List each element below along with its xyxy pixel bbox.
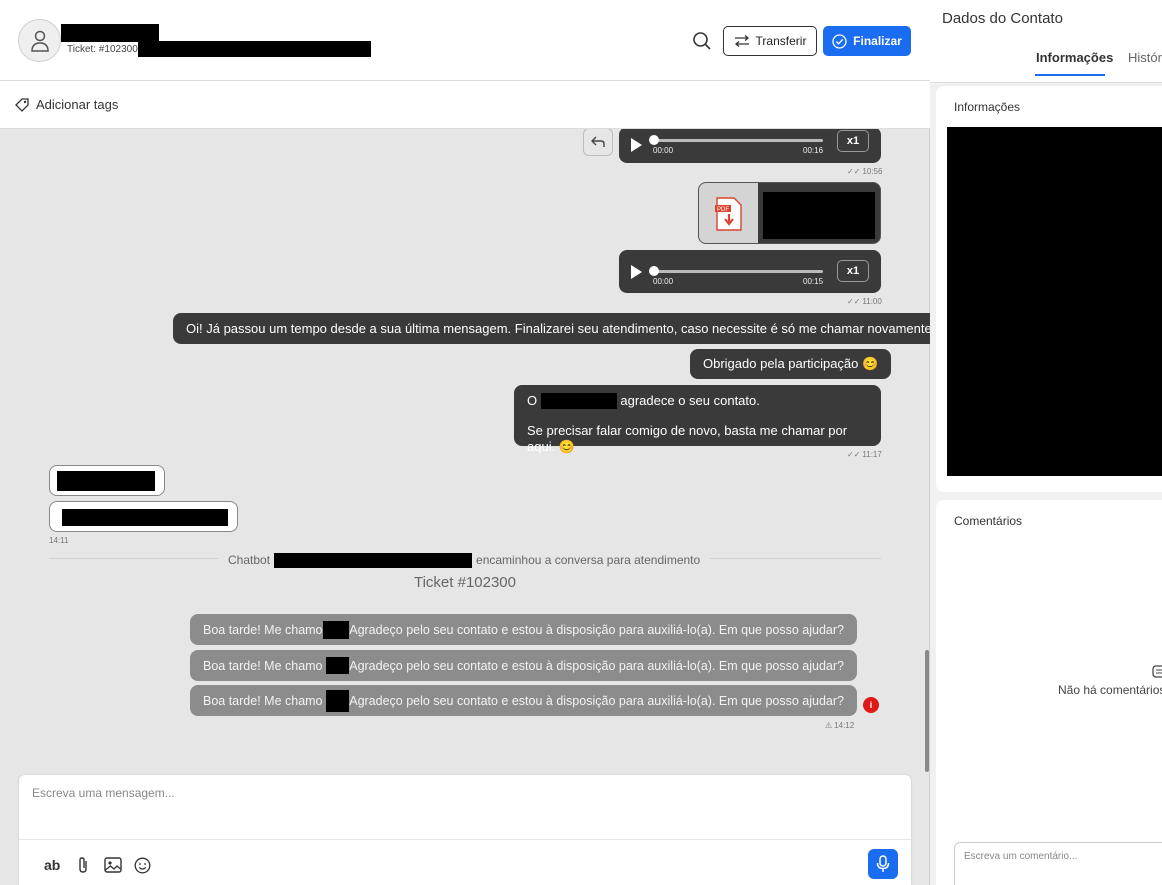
tags-bar[interactable]: Adicionar tags xyxy=(0,81,930,129)
chatbot-transfer-note: Chatbot encaminhou a conversa para atend… xyxy=(218,552,711,568)
message-closing: O agradece o seu contato. Se precisar fa… xyxy=(514,385,881,454)
divider xyxy=(19,839,911,840)
attach-button[interactable] xyxy=(76,855,90,875)
search-button[interactable] xyxy=(691,30,713,52)
message-thanks: Obrigado pela participação 😊 xyxy=(690,349,892,379)
greeting-message: Boa tarde! Me chamo Agradeço pelo seu co… xyxy=(190,685,857,716)
tab-historico[interactable]: Histórico xyxy=(1128,50,1162,65)
double-check-icon: ✓✓ xyxy=(847,450,861,459)
audio-knob[interactable] xyxy=(649,135,659,145)
incoming-message xyxy=(49,465,165,496)
comment-input[interactable]: Escreva um comentário... xyxy=(954,842,1162,885)
finalize-label: Finalizar xyxy=(853,34,902,48)
closing-line-2: Se precisar falar comigo de novo, basta … xyxy=(527,423,848,454)
contact-panel: Dados do Contato Informações Histórico I… xyxy=(930,0,1162,885)
check-circle-icon xyxy=(832,33,847,49)
contact-detail-redacted xyxy=(138,41,371,57)
greeting-message: Boa tarde! Me chamo Agradeço pelo seu co… xyxy=(190,650,857,681)
no-comments-text: Não há comentários xyxy=(1058,683,1162,697)
audio-end-time: 00:15 xyxy=(803,277,824,286)
ticket-separator: Ticket #102300 xyxy=(413,574,516,591)
play-icon[interactable] xyxy=(631,138,642,152)
contact-panel-header: Dados do Contato Informações Histórico xyxy=(930,0,1162,83)
ticket-label: Ticket: #102300 xyxy=(67,44,138,55)
audio-progress[interactable] xyxy=(653,270,823,273)
play-icon[interactable] xyxy=(631,265,642,279)
speed-button[interactable]: x1 xyxy=(837,130,869,152)
message-time: ✓✓ 11:00 xyxy=(847,297,882,306)
double-check-icon: ✓✓ xyxy=(847,297,861,306)
audio-message: 00:00 00:16 x1 xyxy=(619,129,881,163)
reply-button[interactable] xyxy=(583,129,613,156)
emoji-button[interactable] xyxy=(134,855,151,875)
audio-end-time: 00:16 xyxy=(803,146,824,155)
company-name-redacted xyxy=(540,393,617,409)
closing-prefix: O xyxy=(527,393,538,408)
info-title: Informações xyxy=(954,100,1021,114)
svg-text:PDF: PDF xyxy=(717,207,729,213)
finalize-button[interactable]: Finalizar xyxy=(823,26,911,56)
message-inactivity: Oi! Já passou um tempo desde a sua últim… xyxy=(173,313,930,344)
audio-progress[interactable] xyxy=(653,139,823,142)
message-time: ✓✓ 10:56 xyxy=(847,167,883,176)
format-button[interactable]: ab xyxy=(44,855,60,875)
message-content-redacted xyxy=(62,509,228,526)
transfer-label: Transferir xyxy=(755,34,807,48)
comment-placeholder: Escreva um comentário... xyxy=(964,851,1078,862)
incoming-message xyxy=(49,501,238,532)
closing-suffix: agradece o seu contato. xyxy=(620,393,760,408)
audio-knob[interactable] xyxy=(649,266,659,276)
agent-name-redacted xyxy=(325,689,350,712)
smiley-icon xyxy=(134,857,151,873)
scrollbar[interactable] xyxy=(925,650,929,772)
tag-icon xyxy=(15,97,29,112)
message-time: ✓✓ 11:17 xyxy=(847,450,882,459)
add-tags-label: Adicionar tags xyxy=(36,97,119,112)
chat-header: Ticket: #102300 Transferir Finalizar xyxy=(0,0,930,81)
transfer-arrows-icon xyxy=(734,35,749,47)
audio-start-time: 00:00 xyxy=(653,146,674,155)
comment-icon xyxy=(1152,665,1162,678)
avatar[interactable] xyxy=(18,19,61,62)
chatbot-name-redacted xyxy=(274,552,473,568)
contact-info-redacted xyxy=(947,127,1162,476)
message-content-redacted xyxy=(57,471,155,491)
warning-icon: ⚠ xyxy=(825,721,833,730)
speed-button[interactable]: x1 xyxy=(837,260,869,282)
contact-panel-title: Dados do Contato xyxy=(942,10,1063,27)
image-button[interactable] xyxy=(104,855,122,875)
message-input[interactable]: Escreva uma mensagem... xyxy=(32,786,175,800)
search-icon xyxy=(693,32,711,50)
message-composer: Escreva uma mensagem... ab xyxy=(19,775,911,885)
info-card: Informações xyxy=(936,86,1162,492)
transfer-button[interactable]: Transferir xyxy=(723,26,817,56)
message-list: 00:00 00:16 x1 ✓✓ 10:56 PDF 00:00 00:15 x… xyxy=(0,129,930,774)
greeting-message: Boa tarde! Me chamo Agradeço pelo seu co… xyxy=(190,614,857,645)
user-icon xyxy=(30,30,49,52)
file-name-redacted xyxy=(763,192,875,239)
file-attachment[interactable]: PDF xyxy=(698,182,881,244)
double-check-icon: ✓✓ xyxy=(847,167,861,176)
contact-name-redacted xyxy=(61,24,159,42)
paperclip-icon xyxy=(79,857,87,873)
chatbot-suffix: encaminhou a conversa para atendimento xyxy=(476,553,701,567)
audio-message: 00:00 00:15 x1 xyxy=(619,250,881,293)
comments-title: Comentários xyxy=(954,514,1023,528)
agent-name-redacted xyxy=(322,620,350,639)
record-audio-button[interactable] xyxy=(868,849,898,879)
agent-name-redacted xyxy=(325,657,350,674)
pdf-icon: PDF xyxy=(699,183,758,243)
active-tab-indicator xyxy=(1035,74,1105,76)
image-icon xyxy=(104,857,122,873)
chatbot-prefix: Chatbot xyxy=(228,553,271,567)
incoming-time: 14:11 xyxy=(49,536,69,545)
microphone-icon xyxy=(876,855,890,872)
tab-informacoes[interactable]: Informações xyxy=(1036,50,1113,65)
error-icon[interactable]: i xyxy=(863,697,879,713)
reply-icon xyxy=(591,136,605,147)
chat-panel: Ticket: #102300 Transferir Finalizar Adi… xyxy=(0,0,930,885)
failed-message-time: ⚠ 14:12 xyxy=(825,721,855,730)
audio-start-time: 00:00 xyxy=(653,277,674,286)
